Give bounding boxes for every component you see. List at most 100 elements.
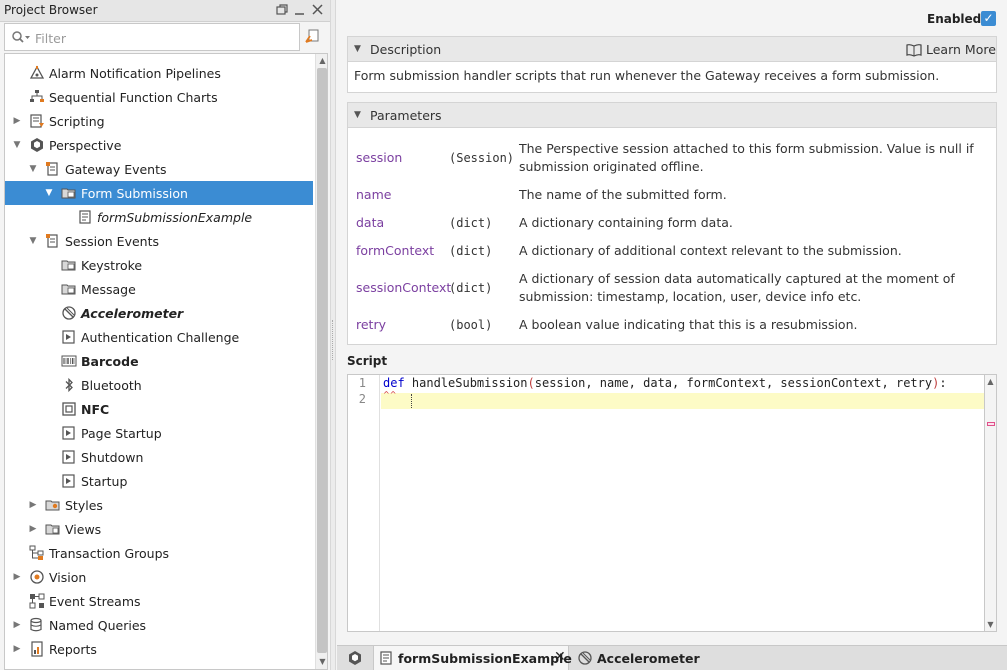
parameters-header[interactable]: ▼ Parameters bbox=[347, 102, 997, 128]
scroll-up-icon[interactable]: ▲ bbox=[985, 376, 996, 388]
tree-item-label: Keystroke bbox=[81, 258, 143, 273]
expand-down-icon[interactable]: ▼ bbox=[11, 139, 23, 151]
tree-item[interactable]: formSubmissionExample bbox=[5, 205, 313, 229]
scripting-icon bbox=[29, 113, 45, 129]
param-name: data bbox=[356, 215, 385, 230]
filter-field[interactable] bbox=[4, 23, 300, 51]
enabled-checkbox[interactable]: ✓ bbox=[981, 11, 996, 26]
editor-scrollbar[interactable]: ▲ ▼ bbox=[985, 374, 997, 632]
styles-folder-icon bbox=[45, 497, 61, 513]
tree-item-label: Event Streams bbox=[49, 594, 141, 609]
minimize-icon[interactable] bbox=[292, 2, 308, 18]
event-streams-icon bbox=[29, 593, 45, 609]
param-name: sessionContext bbox=[356, 280, 452, 295]
error-stripe-marker[interactable] bbox=[987, 422, 995, 426]
tab-accelerometer[interactable]: Accelerometer bbox=[573, 646, 700, 670]
tab-perspective[interactable] bbox=[345, 646, 367, 670]
tree-item[interactable]: Startup bbox=[5, 469, 313, 493]
param-desc: A dictionary of session data automatical… bbox=[519, 271, 955, 304]
param-type: (dict) bbox=[449, 281, 493, 295]
tree-item-label: Authentication Challenge bbox=[81, 330, 240, 345]
expand-right-icon[interactable]: ▶ bbox=[11, 643, 23, 655]
script-file-icon bbox=[378, 650, 394, 666]
param-name: formContext bbox=[356, 243, 435, 258]
close-icon[interactable] bbox=[310, 2, 326, 18]
scroll-up-icon[interactable]: ▲ bbox=[316, 55, 327, 67]
panel-splitter[interactable] bbox=[330, 0, 336, 670]
tree-item[interactable]: Accelerometer bbox=[5, 301, 313, 325]
expand-right-icon[interactable]: ▶ bbox=[11, 571, 23, 583]
tree-item[interactable]: Keystroke bbox=[5, 253, 313, 277]
tree-item[interactable]: Shutdown bbox=[5, 445, 313, 469]
barcode-icon bbox=[61, 353, 77, 369]
tree-scrollbar-thumb[interactable] bbox=[317, 68, 327, 653]
tree-item[interactable]: Message bbox=[5, 277, 313, 301]
tree-item[interactable]: ▶ Styles bbox=[5, 493, 313, 517]
alarm-pipeline-icon bbox=[29, 65, 45, 81]
enabled-label: Enabled bbox=[927, 12, 982, 26]
tree-item[interactable]: ▶ Views bbox=[5, 517, 313, 541]
code-line-1[interactable]: def handleSubmission(session, name, data… bbox=[383, 376, 947, 390]
tree-item[interactable]: Event Streams bbox=[5, 589, 313, 613]
tree-item[interactable]: ▼ Gateway Events bbox=[5, 157, 313, 181]
tree-item[interactable]: ▼ Session Events bbox=[5, 229, 313, 253]
description-text: Form submission handler scripts that run… bbox=[354, 68, 940, 83]
scroll-down-icon[interactable]: ▼ bbox=[316, 656, 327, 668]
tree-item[interactable]: ▼ Perspective bbox=[5, 133, 313, 157]
filter-input[interactable] bbox=[35, 29, 285, 47]
tab-form-submission-example[interactable]: formSubmissionExample ✕ bbox=[373, 646, 572, 670]
description-body: Form submission handler scripts that run… bbox=[347, 62, 997, 93]
tree-item[interactable]: ▶ Named Queries bbox=[5, 613, 313, 637]
scroll-down-icon[interactable]: ▼ bbox=[985, 619, 996, 631]
expand-right-icon[interactable]: ▶ bbox=[27, 523, 39, 535]
tree-item[interactable]: Alarm Notification Pipelines bbox=[5, 61, 313, 85]
bluetooth-icon bbox=[61, 377, 77, 393]
accelerometer-icon bbox=[577, 650, 593, 666]
tree-item-label: Barcode bbox=[81, 354, 139, 369]
sort-icon[interactable] bbox=[304, 28, 322, 46]
expand-down-icon[interactable]: ▼ bbox=[27, 235, 39, 247]
tree-item[interactable]: Authentication Challenge bbox=[5, 325, 313, 349]
collapse-triangle-icon[interactable]: ▼ bbox=[354, 44, 361, 54]
tree-item[interactable]: NFC bbox=[5, 397, 313, 421]
expand-right-icon[interactable]: ▶ bbox=[27, 499, 39, 511]
search-icon bbox=[11, 30, 31, 46]
project-browser-title: Project Browser bbox=[4, 3, 98, 17]
description-header[interactable]: ▼ Description Learn More bbox=[347, 36, 997, 62]
expand-down-icon[interactable]: ▼ bbox=[43, 187, 55, 199]
expand-right-icon[interactable]: ▶ bbox=[11, 115, 23, 127]
tree-item[interactable]: Sequential Function Charts bbox=[5, 85, 313, 109]
tab-close-icon[interactable]: ✕ bbox=[554, 649, 566, 665]
parameters-title: Parameters bbox=[370, 108, 442, 123]
tree-item-label: Styles bbox=[65, 498, 103, 513]
script-editor[interactable]: 1 2 def handleSubmission(session, name, … bbox=[347, 374, 985, 632]
param-type: (Session) bbox=[449, 151, 515, 165]
tree-item-label: Session Events bbox=[65, 234, 159, 249]
tree-item[interactable]: ▶ Reports bbox=[5, 637, 313, 661]
tree-item[interactable]: ▼ Form Submission bbox=[5, 181, 313, 205]
expand-right-icon[interactable]: ▶ bbox=[11, 619, 23, 631]
tree-scrollbar[interactable]: ▲ ▼ bbox=[315, 54, 327, 669]
tree-item-label: Transaction Groups bbox=[49, 546, 170, 561]
float-window-icon[interactable] bbox=[274, 2, 290, 18]
book-icon[interactable] bbox=[906, 43, 922, 57]
tree-item[interactable]: ▶ Vision bbox=[5, 565, 313, 589]
learn-more-link[interactable]: Learn More bbox=[926, 42, 996, 57]
tree-item[interactable]: Transaction Groups bbox=[5, 541, 313, 565]
collapse-triangle-icon[interactable]: ▼ bbox=[354, 110, 361, 120]
tree-rows: Alarm Notification Pipelines Sequential F… bbox=[5, 61, 313, 661]
tree-item[interactable]: ▶ Scripting bbox=[5, 109, 313, 133]
tree-item-label: Named Queries bbox=[49, 618, 147, 633]
code-paren-open: ( bbox=[527, 376, 535, 390]
description-title: Description bbox=[370, 42, 442, 57]
tree-item[interactable]: Page Startup bbox=[5, 421, 313, 445]
splitter-grip[interactable] bbox=[332, 320, 334, 360]
expand-down-icon[interactable]: ▼ bbox=[27, 163, 39, 175]
session-script-icon bbox=[61, 449, 77, 465]
tree-item[interactable]: Barcode bbox=[5, 349, 313, 373]
code-function-name: handleSubmission bbox=[404, 376, 528, 390]
text-caret bbox=[411, 394, 412, 408]
session-script-icon bbox=[61, 329, 77, 345]
tree-item[interactable]: Bluetooth bbox=[5, 373, 313, 397]
tree-item-label: Vision bbox=[49, 570, 87, 585]
